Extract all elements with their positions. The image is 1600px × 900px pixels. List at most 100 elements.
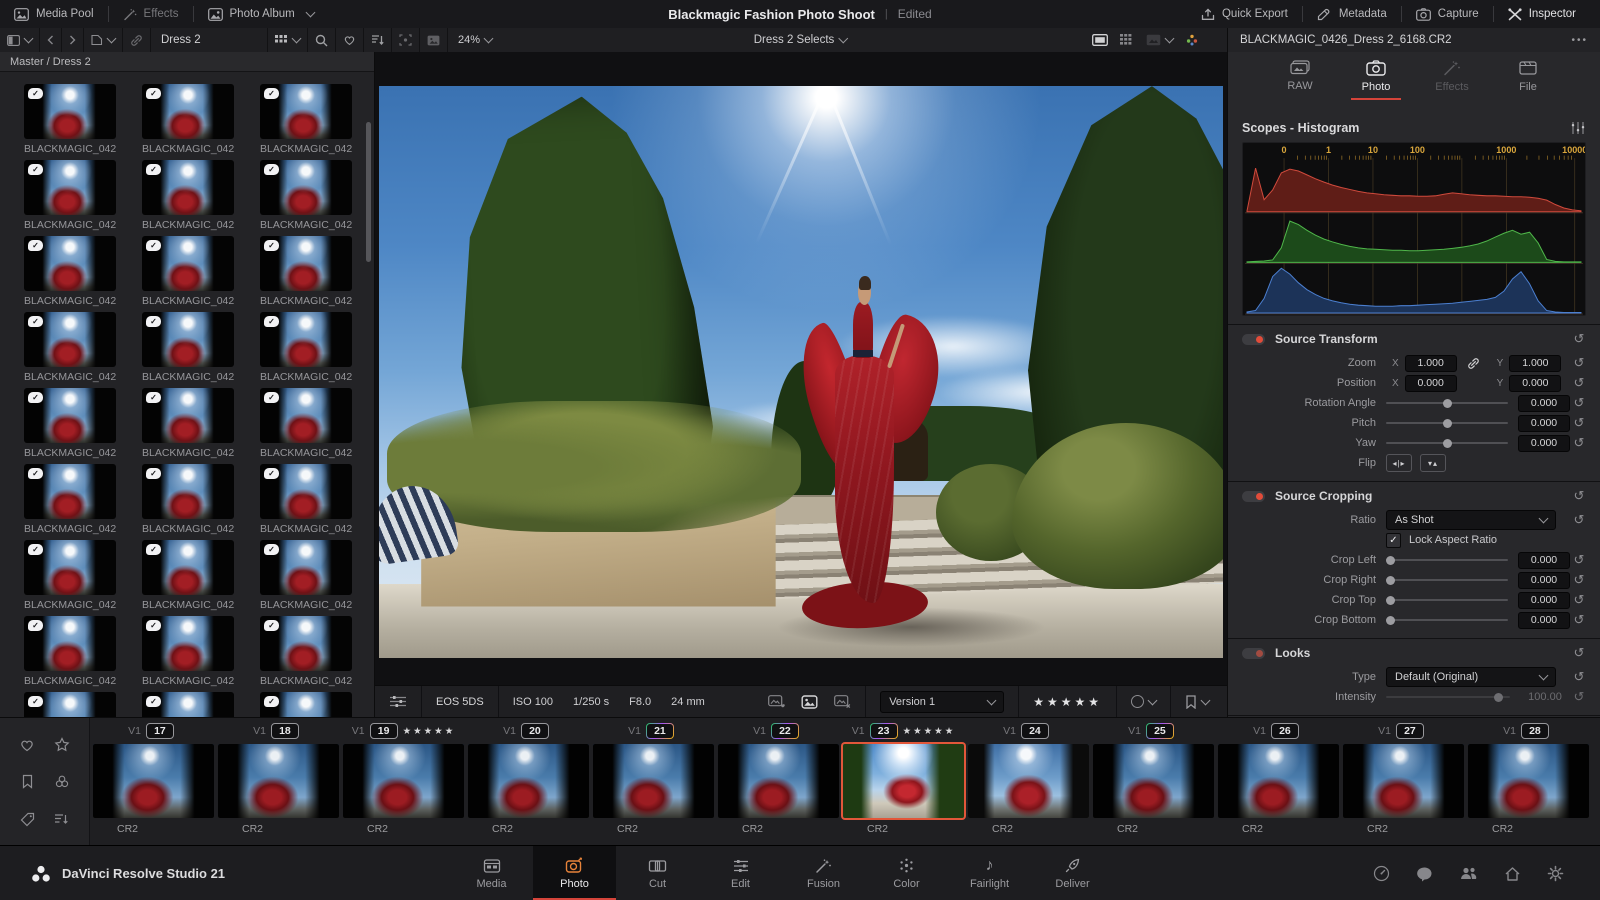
media-pool-item[interactable]: ✓ BLACKMAGIC_042... xyxy=(142,464,234,535)
settings-icon[interactable] xyxy=(1547,865,1564,882)
forward-button[interactable] xyxy=(62,28,84,52)
sort-filter-icon[interactable] xyxy=(54,812,69,826)
pick-image-button[interactable] xyxy=(768,695,785,709)
reset-icon[interactable]: ↺ xyxy=(1570,375,1588,391)
filmstrip-clip[interactable]: V1 26 CR2 xyxy=(1216,718,1341,846)
crop-input[interactable]: 0.000 xyxy=(1518,572,1570,589)
media-pool-item[interactable]: ✓ BLACKMAGIC_042... xyxy=(24,464,116,535)
filmstrip-clip[interactable]: V1 22 CR2 xyxy=(716,718,841,846)
more-options-button[interactable]: ••• xyxy=(1571,35,1588,46)
position-y-input[interactable]: 0.000 xyxy=(1509,375,1561,392)
rating-section[interactable]: ★★★★★ xyxy=(1019,686,1117,717)
media-pool-item[interactable]: ✓ BLACKMAGIC_042... xyxy=(260,692,352,717)
reset-icon[interactable]: ↺ xyxy=(1570,689,1588,705)
page-color[interactable]: Color xyxy=(865,846,948,900)
grid-view-button[interactable] xyxy=(268,28,308,52)
home-icon[interactable] xyxy=(1504,866,1521,882)
media-pool-item[interactable]: ✓ BLACKMAGIC_042... xyxy=(24,236,116,307)
performance-gauge-icon[interactable] xyxy=(1373,865,1390,882)
media-pool-item[interactable]: ✓ BLACKMAGIC_042... xyxy=(260,312,352,383)
reset-icon[interactable]: ↺ xyxy=(1570,488,1588,504)
crop-input[interactable]: 0.000 xyxy=(1518,592,1570,609)
collection-dropdown[interactable]: Dress 2 Selects xyxy=(754,34,847,46)
crop-input[interactable]: 0.000 xyxy=(1518,612,1570,629)
reset-icon[interactable]: ↺ xyxy=(1570,331,1588,347)
looks-toggle[interactable] xyxy=(1242,648,1265,659)
sort-button[interactable] xyxy=(364,28,392,52)
reset-icon[interactable]: ↺ xyxy=(1570,395,1588,411)
media-pool-item[interactable]: ✓ BLACKMAGIC_042... xyxy=(24,388,116,459)
source-transform-toggle[interactable] xyxy=(1242,334,1265,345)
media-pool-item[interactable]: ✓ BLACKMAGIC_042... xyxy=(142,388,234,459)
position-x-input[interactable]: 0.000 xyxy=(1405,375,1457,392)
filmstrip-clip[interactable]: V1 25 CR2 xyxy=(1091,718,1216,846)
reset-icon[interactable]: ↺ xyxy=(1570,435,1588,451)
intensity-slider[interactable] xyxy=(1386,696,1510,698)
flip-vertical-button[interactable]: ▾▴ xyxy=(1420,454,1446,472)
media-pool-item[interactable]: ✓ BLACKMAGIC_042... xyxy=(142,160,234,231)
reset-icon[interactable]: ↺ xyxy=(1570,512,1588,528)
page-deliver[interactable]: Deliver xyxy=(1031,846,1114,900)
star-filter-icon[interactable] xyxy=(54,737,70,752)
photo-album-button[interactable]: Photo Album xyxy=(194,0,328,28)
page-media[interactable]: Media xyxy=(450,846,533,900)
page-fusion[interactable]: Fusion xyxy=(782,846,865,900)
current-bin-name[interactable]: Dress 2 xyxy=(151,28,268,52)
neutral-image-button[interactable] xyxy=(801,695,818,709)
media-pool-item[interactable]: ✓ BLACKMAGIC_042... xyxy=(260,388,352,459)
breadcrumb[interactable]: Master / Dress 2 xyxy=(0,52,374,72)
clip-thumbnail[interactable] xyxy=(343,744,464,818)
version-dropdown[interactable]: Version 1 xyxy=(880,691,1004,713)
tag-filter-icon[interactable] xyxy=(20,812,35,827)
media-pool-item[interactable]: ✓ BLACKMAGIC_042... xyxy=(24,312,116,383)
media-pool-item[interactable]: ✓ BLACKMAGIC_042... xyxy=(260,160,352,231)
reset-icon[interactable]: ↺ xyxy=(1570,415,1588,431)
sidebar-toggle-button[interactable] xyxy=(0,28,40,52)
media-pool-item[interactable]: ✓ BLACKMAGIC_042... xyxy=(142,312,234,383)
reset-icon[interactable]: ↺ xyxy=(1570,612,1588,628)
link-button[interactable] xyxy=(123,28,151,52)
flag-dropdown[interactable] xyxy=(1171,686,1227,717)
clip-settings-button[interactable] xyxy=(375,686,422,717)
reset-icon[interactable]: ↺ xyxy=(1570,572,1588,588)
tab-effects[interactable]: Effects xyxy=(1429,60,1475,100)
color-group-filter-icon[interactable] xyxy=(54,774,70,789)
scopes-settings-icon[interactable] xyxy=(1570,121,1586,135)
zoom-y-input[interactable]: 1.000 xyxy=(1509,355,1561,372)
reject-image-button[interactable] xyxy=(834,695,851,709)
media-pool-item[interactable]: ✓ BLACKMAGIC_042... xyxy=(24,540,116,611)
clip-thumbnail[interactable] xyxy=(468,744,589,818)
tab-file[interactable]: File xyxy=(1505,60,1551,100)
color-palette-button[interactable] xyxy=(1185,33,1199,47)
media-pool-item[interactable]: ✓ BLACKMAGIC_042... xyxy=(260,464,352,535)
thumbnail-size-button[interactable] xyxy=(420,28,448,52)
overlay-mode-button[interactable] xyxy=(1146,34,1173,46)
look-type-dropdown[interactable]: Default (Original) xyxy=(1386,667,1556,687)
filmstrip-clip[interactable]: V1 27 CR2 xyxy=(1341,718,1466,846)
clip-thumbnail[interactable] xyxy=(218,744,339,818)
crop-slider[interactable] xyxy=(1386,559,1508,561)
yaw-slider[interactable] xyxy=(1386,442,1508,444)
filmstrip-clip[interactable]: V1 19 ★★★★★ CR2 xyxy=(341,718,466,846)
search-button[interactable] xyxy=(308,28,336,52)
page-fairlight[interactable]: ♪ Fairlight xyxy=(948,846,1031,900)
page-cut[interactable]: Cut xyxy=(616,846,699,900)
media-pool-item[interactable]: ✓ BLACKMAGIC_042... xyxy=(142,84,234,155)
reset-icon[interactable]: ↺ xyxy=(1570,552,1588,568)
filmstrip-clip[interactable]: V1 20 CR2 xyxy=(466,718,591,846)
media-pool-item[interactable]: ✓ BLACKMAGIC_042... xyxy=(24,84,116,155)
page-photo[interactable]: Photo xyxy=(533,846,616,900)
clip-thumbnail[interactable] xyxy=(1468,744,1589,818)
media-pool-item[interactable]: ✓ BLACKMAGIC_042... xyxy=(24,692,116,717)
reset-icon[interactable]: ↺ xyxy=(1570,645,1588,661)
zoom-level-dropdown[interactable]: 24% xyxy=(448,34,502,46)
ratio-dropdown[interactable]: As Shot xyxy=(1386,510,1556,530)
media-pool-button[interactable]: Media Pool xyxy=(0,0,108,28)
media-pool-item[interactable]: ✓ BLACKMAGIC_042... xyxy=(260,616,352,687)
bookmark-filter-icon[interactable] xyxy=(21,774,34,789)
back-button[interactable] xyxy=(40,28,62,52)
star-rating[interactable]: ★★★★★ xyxy=(1033,695,1102,709)
media-pool-item[interactable]: ✓ BLACKMAGIC_042... xyxy=(260,236,352,307)
page-edit[interactable]: Edit xyxy=(699,846,782,900)
media-pool-item[interactable]: ✓ BLACKMAGIC_042... xyxy=(142,540,234,611)
